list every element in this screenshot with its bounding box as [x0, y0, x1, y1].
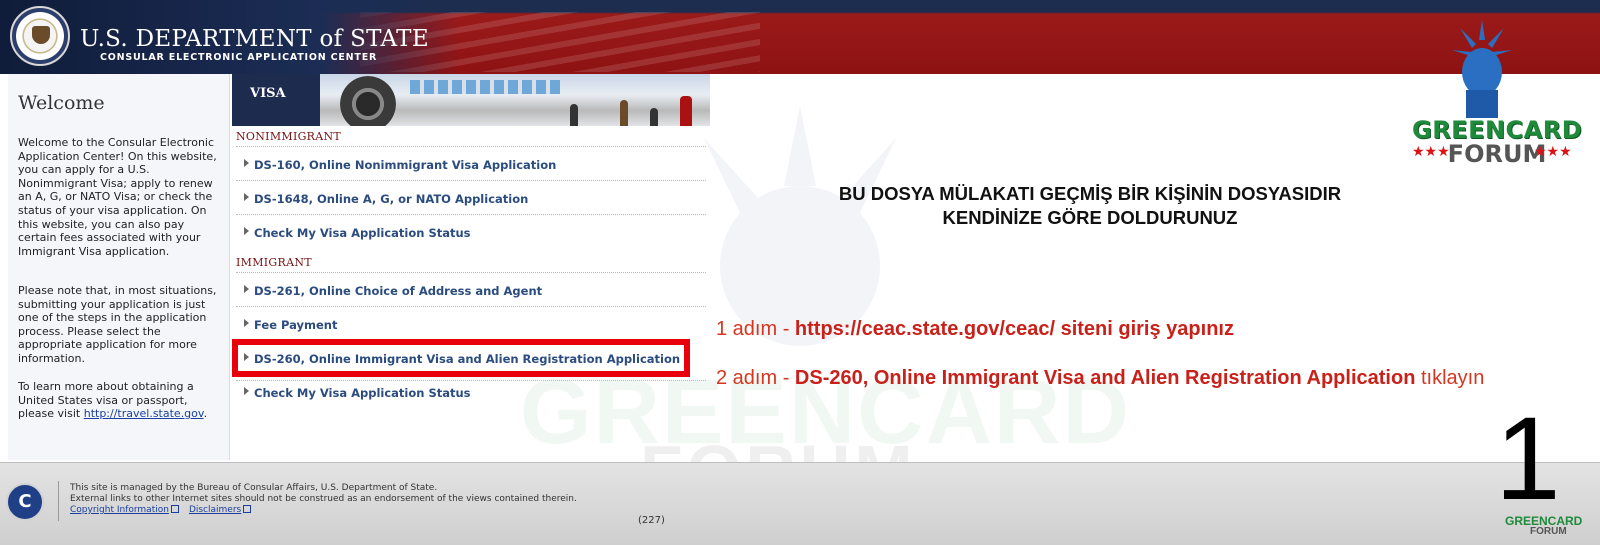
airport-photo [320, 74, 710, 126]
step-2-target: DS-260, Online Immigrant Visa and Alien … [794, 367, 1416, 389]
link-divider [236, 214, 706, 215]
arrow-right-icon [244, 193, 249, 201]
instruction-title-line2: KENDİNİZE GÖRE DOLDURUNUZ [942, 207, 1238, 228]
footer-links: Copyright Information Disclaimers [70, 505, 261, 515]
ds261-link[interactable]: DS-261, Online Choice of Address and Age… [244, 284, 542, 298]
step-page-number: 1 [1495, 393, 1561, 525]
welcome-sidebar: Welcome Welcome to the Consular Electron… [8, 74, 230, 460]
footer-managed-text: This site is managed by the Bureau of Co… [70, 483, 438, 493]
instruction-title: BU DOSYA MÜLAKATI GEÇMİŞ BİR KİŞİNİN DOS… [790, 182, 1390, 230]
small-forum-logo: FORUM [1530, 526, 1567, 537]
logo-stars-right: ★★★ [1534, 144, 1572, 160]
external-link-icon [170, 505, 179, 513]
footer-external-text: External links to other Internet sites s… [70, 494, 577, 504]
arrow-right-icon [244, 319, 249, 327]
step-2-instruction: 2 adım - DS-260, Online Immigrant Visa a… [716, 367, 1485, 389]
learn-more-suffix: . [203, 407, 208, 421]
ds160-link[interactable]: DS-160, Online Nonimmigrant Visa Applica… [244, 158, 556, 172]
copyright-information-link[interactable]: Copyright Information [70, 505, 179, 515]
traveler-icon [680, 96, 692, 126]
traveler-icon [650, 108, 658, 126]
footer-separator [58, 481, 59, 521]
ds1648-link[interactable]: DS-1648, Online A, G, or NATO Applicatio… [244, 192, 528, 206]
traveler-icon [620, 100, 628, 126]
greencard-forum-logo: GREENCARD ★★★ FORUM ★★★ [1412, 20, 1582, 170]
site-header: U.S. DEPARTMENT of STATE CONSULAR ELECTR… [0, 0, 1600, 74]
state-department-seal-icon [10, 6, 70, 66]
ds260-highlight-box [232, 339, 690, 377]
welcome-heading: Welcome [18, 92, 105, 114]
traveler-icon [570, 104, 578, 126]
visa-banner: VISA [232, 74, 710, 126]
step-1-instruction: 1 adım - https://ceac.state.gov/ceac/ si… [716, 318, 1234, 340]
link-divider [236, 380, 706, 381]
immigrant-section-label: IMMIGRANT [236, 256, 312, 269]
check-status-immigrant-link[interactable]: Check My Visa Application Status [244, 386, 471, 400]
learn-more-paragraph: To learn more about obtaining a United S… [18, 380, 223, 421]
arrow-right-icon [244, 387, 249, 395]
check-status-nonimmigrant-link[interactable]: Check My Visa Application Status [244, 226, 471, 240]
terminal-windows [410, 80, 560, 94]
link-divider [236, 180, 706, 181]
arrow-right-icon [244, 227, 249, 235]
link-divider [236, 306, 706, 307]
jet-engine-icon [340, 76, 396, 126]
disclaimers-link[interactable]: Disclaimers [189, 505, 252, 515]
note-paragraph: Please note that, in most situations, su… [18, 284, 217, 365]
site-footer: C This site is managed by the Bureau of … [0, 462, 1600, 545]
department-subtitle: CONSULAR ELECTRONIC APPLICATION CENTER [100, 52, 378, 63]
instruction-title-line1: BU DOSYA MÜLAKATI GEÇMİŞ BİR KİŞİNİN DOS… [838, 183, 1342, 204]
visa-banner-label: VISA [232, 74, 320, 126]
travel-state-gov-link[interactable]: http://travel.state.gov [84, 407, 204, 420]
external-link-icon [243, 505, 252, 513]
arrow-right-icon [244, 285, 249, 293]
statue-of-liberty-icon [1452, 20, 1512, 118]
section-divider [236, 146, 706, 147]
nonimmigrant-section-label: NONIMMIGRANT [236, 130, 342, 143]
welcome-paragraph: Welcome to the Consular Electronic Appli… [18, 136, 217, 258]
department-title: U.S. DEPARTMENT of STATE [80, 26, 429, 52]
step-1-url: https://ceac.state.gov/ceac/ siteni giri… [794, 318, 1234, 340]
page-count: (227) [638, 515, 665, 526]
consular-affairs-seal-icon: C [6, 483, 44, 521]
fee-payment-link[interactable]: Fee Payment [244, 318, 337, 332]
arrow-right-icon [244, 159, 249, 167]
section-divider [236, 272, 706, 273]
